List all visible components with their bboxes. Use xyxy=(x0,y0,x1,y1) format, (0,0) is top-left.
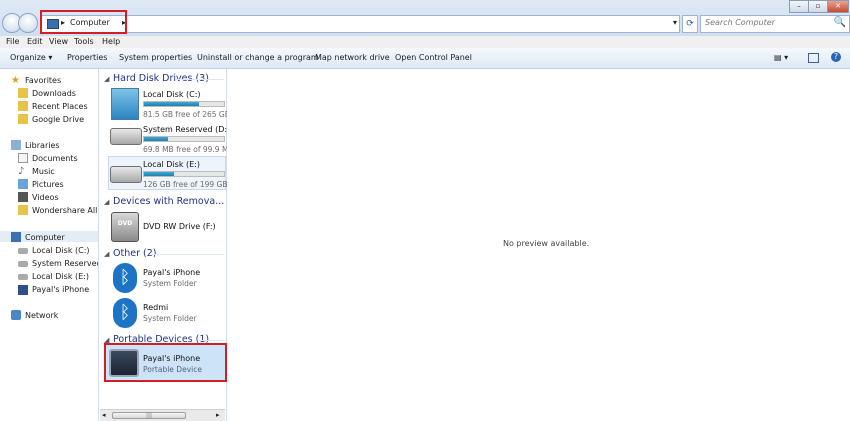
drive-icon xyxy=(110,128,142,145)
dvd-drive-name[interactable]: DVD RW Drive (F:) xyxy=(143,222,216,231)
drive-c-name[interactable]: Local Disk (C:) xyxy=(143,90,201,99)
folder-icon xyxy=(18,114,28,124)
address-bar[interactable]: ▸ Computer ▸ ▾ xyxy=(40,15,680,33)
bluetooth-icon: ᛒ xyxy=(113,298,137,328)
nav-documents[interactable]: Documents xyxy=(32,154,78,163)
nav-music[interactable]: Music xyxy=(32,167,55,176)
nav-google-drive[interactable]: Google Drive xyxy=(32,115,84,124)
menu-help[interactable]: Help xyxy=(102,37,120,46)
other-iphone-sub: System Folder xyxy=(143,279,197,288)
system-properties-button[interactable]: System properties xyxy=(119,53,192,62)
folder-icon xyxy=(18,205,28,215)
maximize-button[interactable]: ▫ xyxy=(808,0,828,13)
drive-icon xyxy=(18,261,28,267)
group-divider xyxy=(198,340,224,341)
search-placeholder: Search Computer xyxy=(705,18,775,27)
video-icon xyxy=(18,192,28,202)
folder-icon xyxy=(18,88,28,98)
drive-c-free: 81.5 GB free of 265 GB xyxy=(143,110,230,119)
close-button[interactable]: ✕ xyxy=(827,0,849,13)
drive-d-usage-fill xyxy=(144,137,168,141)
map-drive-button[interactable]: Map network drive xyxy=(315,53,390,62)
collapse-icon[interactable]: ◢ xyxy=(104,198,109,206)
refresh-icon[interactable]: ⟳ xyxy=(682,15,698,33)
views-icon[interactable]: ▤ ▾ xyxy=(774,53,788,62)
scroll-right-icon[interactable]: ▸ xyxy=(216,411,220,419)
search-icon[interactable]: 🔍 xyxy=(834,17,846,28)
collapse-icon[interactable]: ◢ xyxy=(104,75,109,83)
pictures-icon xyxy=(18,179,28,189)
preview-message: No preview available. xyxy=(503,239,590,248)
help-icon[interactable]: ? xyxy=(831,52,841,62)
nav-favorites[interactable]: Favorites xyxy=(25,76,61,85)
nav-network[interactable]: Network xyxy=(25,311,58,320)
computer-icon xyxy=(11,232,21,242)
search-input[interactable]: Search Computer 🔍 xyxy=(700,15,850,33)
music-icon: ♪ xyxy=(18,166,25,177)
collapse-icon[interactable]: ◢ xyxy=(104,250,109,258)
nav-iphone[interactable]: Payal's iPhone xyxy=(32,285,89,294)
forward-button[interactable] xyxy=(18,13,38,33)
drive-icon xyxy=(18,248,28,254)
nav-libraries[interactable]: Libraries xyxy=(25,141,60,150)
windows-drive-icon xyxy=(111,88,139,120)
preview-pane-icon[interactable] xyxy=(808,53,819,63)
control-panel-button[interactable]: Open Control Panel xyxy=(395,53,472,62)
nav-downloads[interactable]: Downloads xyxy=(32,89,76,98)
command-bar: Organize ▾ Properties System properties … xyxy=(0,48,850,69)
scroll-thumb[interactable]: ||| xyxy=(112,412,186,419)
address-highlight xyxy=(40,10,127,34)
library-icon xyxy=(11,140,21,150)
drive-d-name[interactable]: System Reserved (D:) xyxy=(143,125,230,134)
menu-bar: File Edit View Tools Help xyxy=(0,36,850,48)
nav-recent-places[interactable]: Recent Places xyxy=(32,102,88,111)
horizontal-scrollbar[interactable]: ◂ ||| ▸ xyxy=(100,409,225,421)
group-other[interactable]: Other (2) xyxy=(113,248,156,259)
group-divider xyxy=(176,79,224,80)
minimize-button[interactable]: – xyxy=(789,0,809,13)
organize-button[interactable]: Organize ▾ xyxy=(10,53,52,62)
nav-videos[interactable]: Videos xyxy=(32,193,59,202)
drive-d-usage-bar xyxy=(143,136,225,142)
phone-icon xyxy=(18,285,28,295)
drive-d-free: 69.8 MB free of 99.9 MB xyxy=(143,145,234,154)
nav-local-disk-c[interactable]: Local Disk (C:) xyxy=(32,246,90,255)
drive-e-usage-fill xyxy=(144,172,174,176)
drive-icon xyxy=(110,166,142,183)
nav-system-reserved[interactable]: System Reserved (D: xyxy=(32,259,98,268)
group-divider xyxy=(152,254,224,255)
scroll-left-icon[interactable]: ◂ xyxy=(102,411,106,419)
other-redmi-name[interactable]: Redmi xyxy=(143,303,168,312)
iphone-highlight xyxy=(104,343,227,382)
nav-computer[interactable]: Computer xyxy=(25,233,65,242)
bluetooth-icon: ᛒ xyxy=(113,263,137,293)
other-iphone-name[interactable]: Payal's iPhone xyxy=(143,268,200,277)
menu-file[interactable]: File xyxy=(6,37,19,46)
menu-tools[interactable]: Tools xyxy=(74,37,94,46)
drive-e-name[interactable]: Local Disk (E:) xyxy=(143,160,200,169)
folder-icon xyxy=(18,101,28,111)
other-redmi-sub: System Folder xyxy=(143,314,197,323)
star-icon: ★ xyxy=(11,75,20,86)
drive-c-usage-fill xyxy=(144,102,200,106)
group-divider xyxy=(220,202,224,203)
nav-wondershare[interactable]: Wondershare AllMy xyxy=(32,206,97,215)
drive-e-usage-bar xyxy=(143,171,225,177)
drive-icon xyxy=(18,274,28,280)
document-icon xyxy=(18,153,28,163)
menu-view[interactable]: View xyxy=(49,37,68,46)
menu-edit[interactable]: Edit xyxy=(27,37,43,46)
drive-c-usage-bar xyxy=(143,101,225,107)
address-dropdown-icon[interactable]: ▾ xyxy=(673,18,677,27)
nav-local-disk-e[interactable]: Local Disk (E:) xyxy=(32,272,89,281)
network-icon xyxy=(11,310,21,320)
uninstall-button[interactable]: Uninstall or change a program xyxy=(197,53,319,62)
nav-pictures[interactable]: Pictures xyxy=(32,180,64,189)
dvd-drive-icon: DVD xyxy=(111,212,139,242)
preview-pane: No preview available. xyxy=(227,69,850,421)
properties-button[interactable]: Properties xyxy=(67,53,107,62)
drive-e-free: 126 GB free of 199 GB xyxy=(143,180,228,189)
